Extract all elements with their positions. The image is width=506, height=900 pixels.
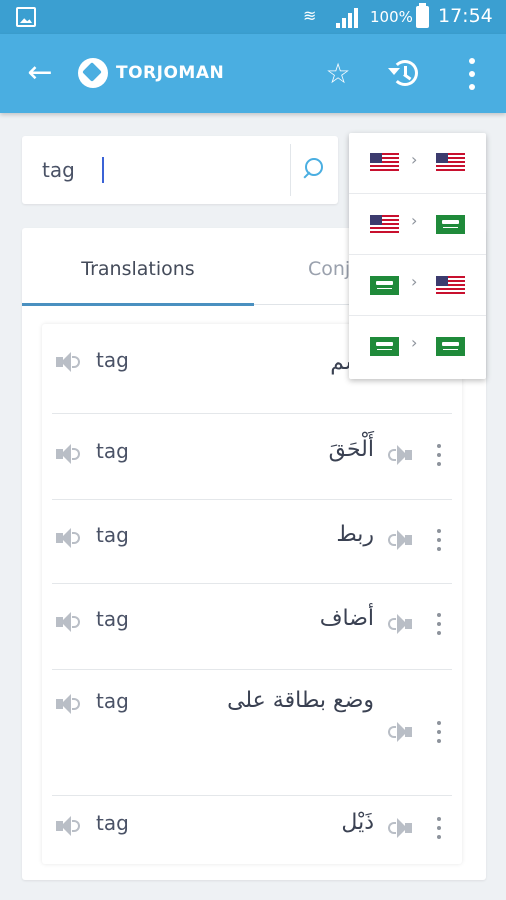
saudi-flag-icon (436, 215, 465, 234)
translation-row[interactable]: tag أَلْحَقَ (52, 414, 452, 500)
source-word: tag (96, 348, 129, 372)
language-pair-ar-en[interactable]: › (349, 255, 486, 316)
speaker-icon[interactable] (388, 818, 412, 838)
language-pair-menu: › › › › (349, 133, 486, 379)
chevron-right-icon: › (411, 333, 418, 352)
chevron-right-icon: › (411, 272, 418, 291)
target-word: أضاف (319, 606, 374, 631)
us-flag-icon (370, 153, 399, 172)
translation-row[interactable]: tag ذَيْل (52, 796, 452, 864)
speaker-icon[interactable] (388, 722, 412, 742)
language-pair-en-en[interactable]: › (349, 133, 486, 194)
source-word: tag (96, 689, 129, 713)
source-word: tag (96, 439, 129, 463)
language-pair-en-ar[interactable]: › (349, 194, 486, 255)
row-options-icon[interactable] (434, 721, 444, 743)
text-cursor (102, 157, 104, 183)
row-options-icon[interactable] (434, 613, 444, 635)
speaker-icon[interactable] (388, 614, 412, 634)
clock: 17:54 (438, 5, 493, 27)
chevron-right-icon: › (411, 150, 418, 169)
target-word: ربط (336, 522, 374, 547)
search-input[interactable] (42, 150, 282, 190)
source-word: tag (96, 523, 129, 547)
speaker-icon[interactable] (56, 694, 80, 714)
translation-list: tag وسم tag أَلْحَقَ tag ربط tag أضاف (42, 324, 462, 864)
us-flag-icon (370, 215, 399, 234)
search-box (22, 136, 338, 204)
history-icon[interactable] (388, 56, 424, 92)
translation-row[interactable]: tag وضع بطاقة على (52, 670, 452, 796)
us-flag-icon (436, 153, 465, 172)
wifi-icon: ≋ (303, 6, 317, 25)
search-divider (290, 144, 291, 196)
saudi-flag-icon (370, 276, 399, 295)
speaker-icon[interactable] (388, 530, 412, 550)
speaker-icon[interactable] (56, 528, 80, 548)
status-bar: ≋ 100% 17:54 (0, 0, 506, 34)
battery-icon (416, 3, 429, 28)
row-options-icon[interactable] (434, 817, 444, 839)
language-pair-ar-ar[interactable]: › (349, 316, 486, 377)
speaker-icon[interactable] (56, 816, 80, 836)
saudi-flag-icon (436, 337, 465, 356)
app-title: TORJOMAN (116, 63, 225, 83)
signal-icon (336, 8, 362, 28)
tab-translations[interactable]: Translations (22, 228, 254, 306)
speaker-icon[interactable] (56, 352, 80, 372)
app-bar: ← TORJOMAN ☆ (0, 34, 506, 113)
translation-row[interactable]: tag أضاف (52, 584, 452, 670)
source-word: tag (96, 811, 129, 835)
translation-row[interactable]: tag ربط (52, 500, 452, 584)
speaker-icon[interactable] (56, 612, 80, 632)
favorite-star-icon[interactable]: ☆ (320, 54, 356, 94)
saudi-flag-icon (370, 337, 399, 356)
target-word: أَلْحَقَ (328, 437, 374, 462)
speaker-icon[interactable] (388, 445, 412, 465)
more-options-icon[interactable] (462, 58, 482, 92)
us-flag-icon (436, 276, 465, 295)
active-tab-indicator (22, 303, 254, 306)
target-word: وضع بطاقة على (227, 688, 374, 713)
battery-percent: 100% (370, 8, 413, 26)
row-options-icon[interactable] (434, 529, 444, 551)
search-icon[interactable] (296, 152, 332, 188)
target-word: وسم (164, 346, 374, 380)
chevron-right-icon: › (411, 211, 418, 230)
torjoman-logo-icon (78, 58, 108, 88)
source-word: tag (96, 607, 129, 631)
back-arrow-icon[interactable]: ← (22, 56, 58, 92)
row-options-icon[interactable] (434, 444, 444, 466)
gallery-notification-icon (16, 7, 36, 27)
speaker-icon[interactable] (56, 444, 80, 464)
target-word: ذَيْل (341, 810, 374, 835)
